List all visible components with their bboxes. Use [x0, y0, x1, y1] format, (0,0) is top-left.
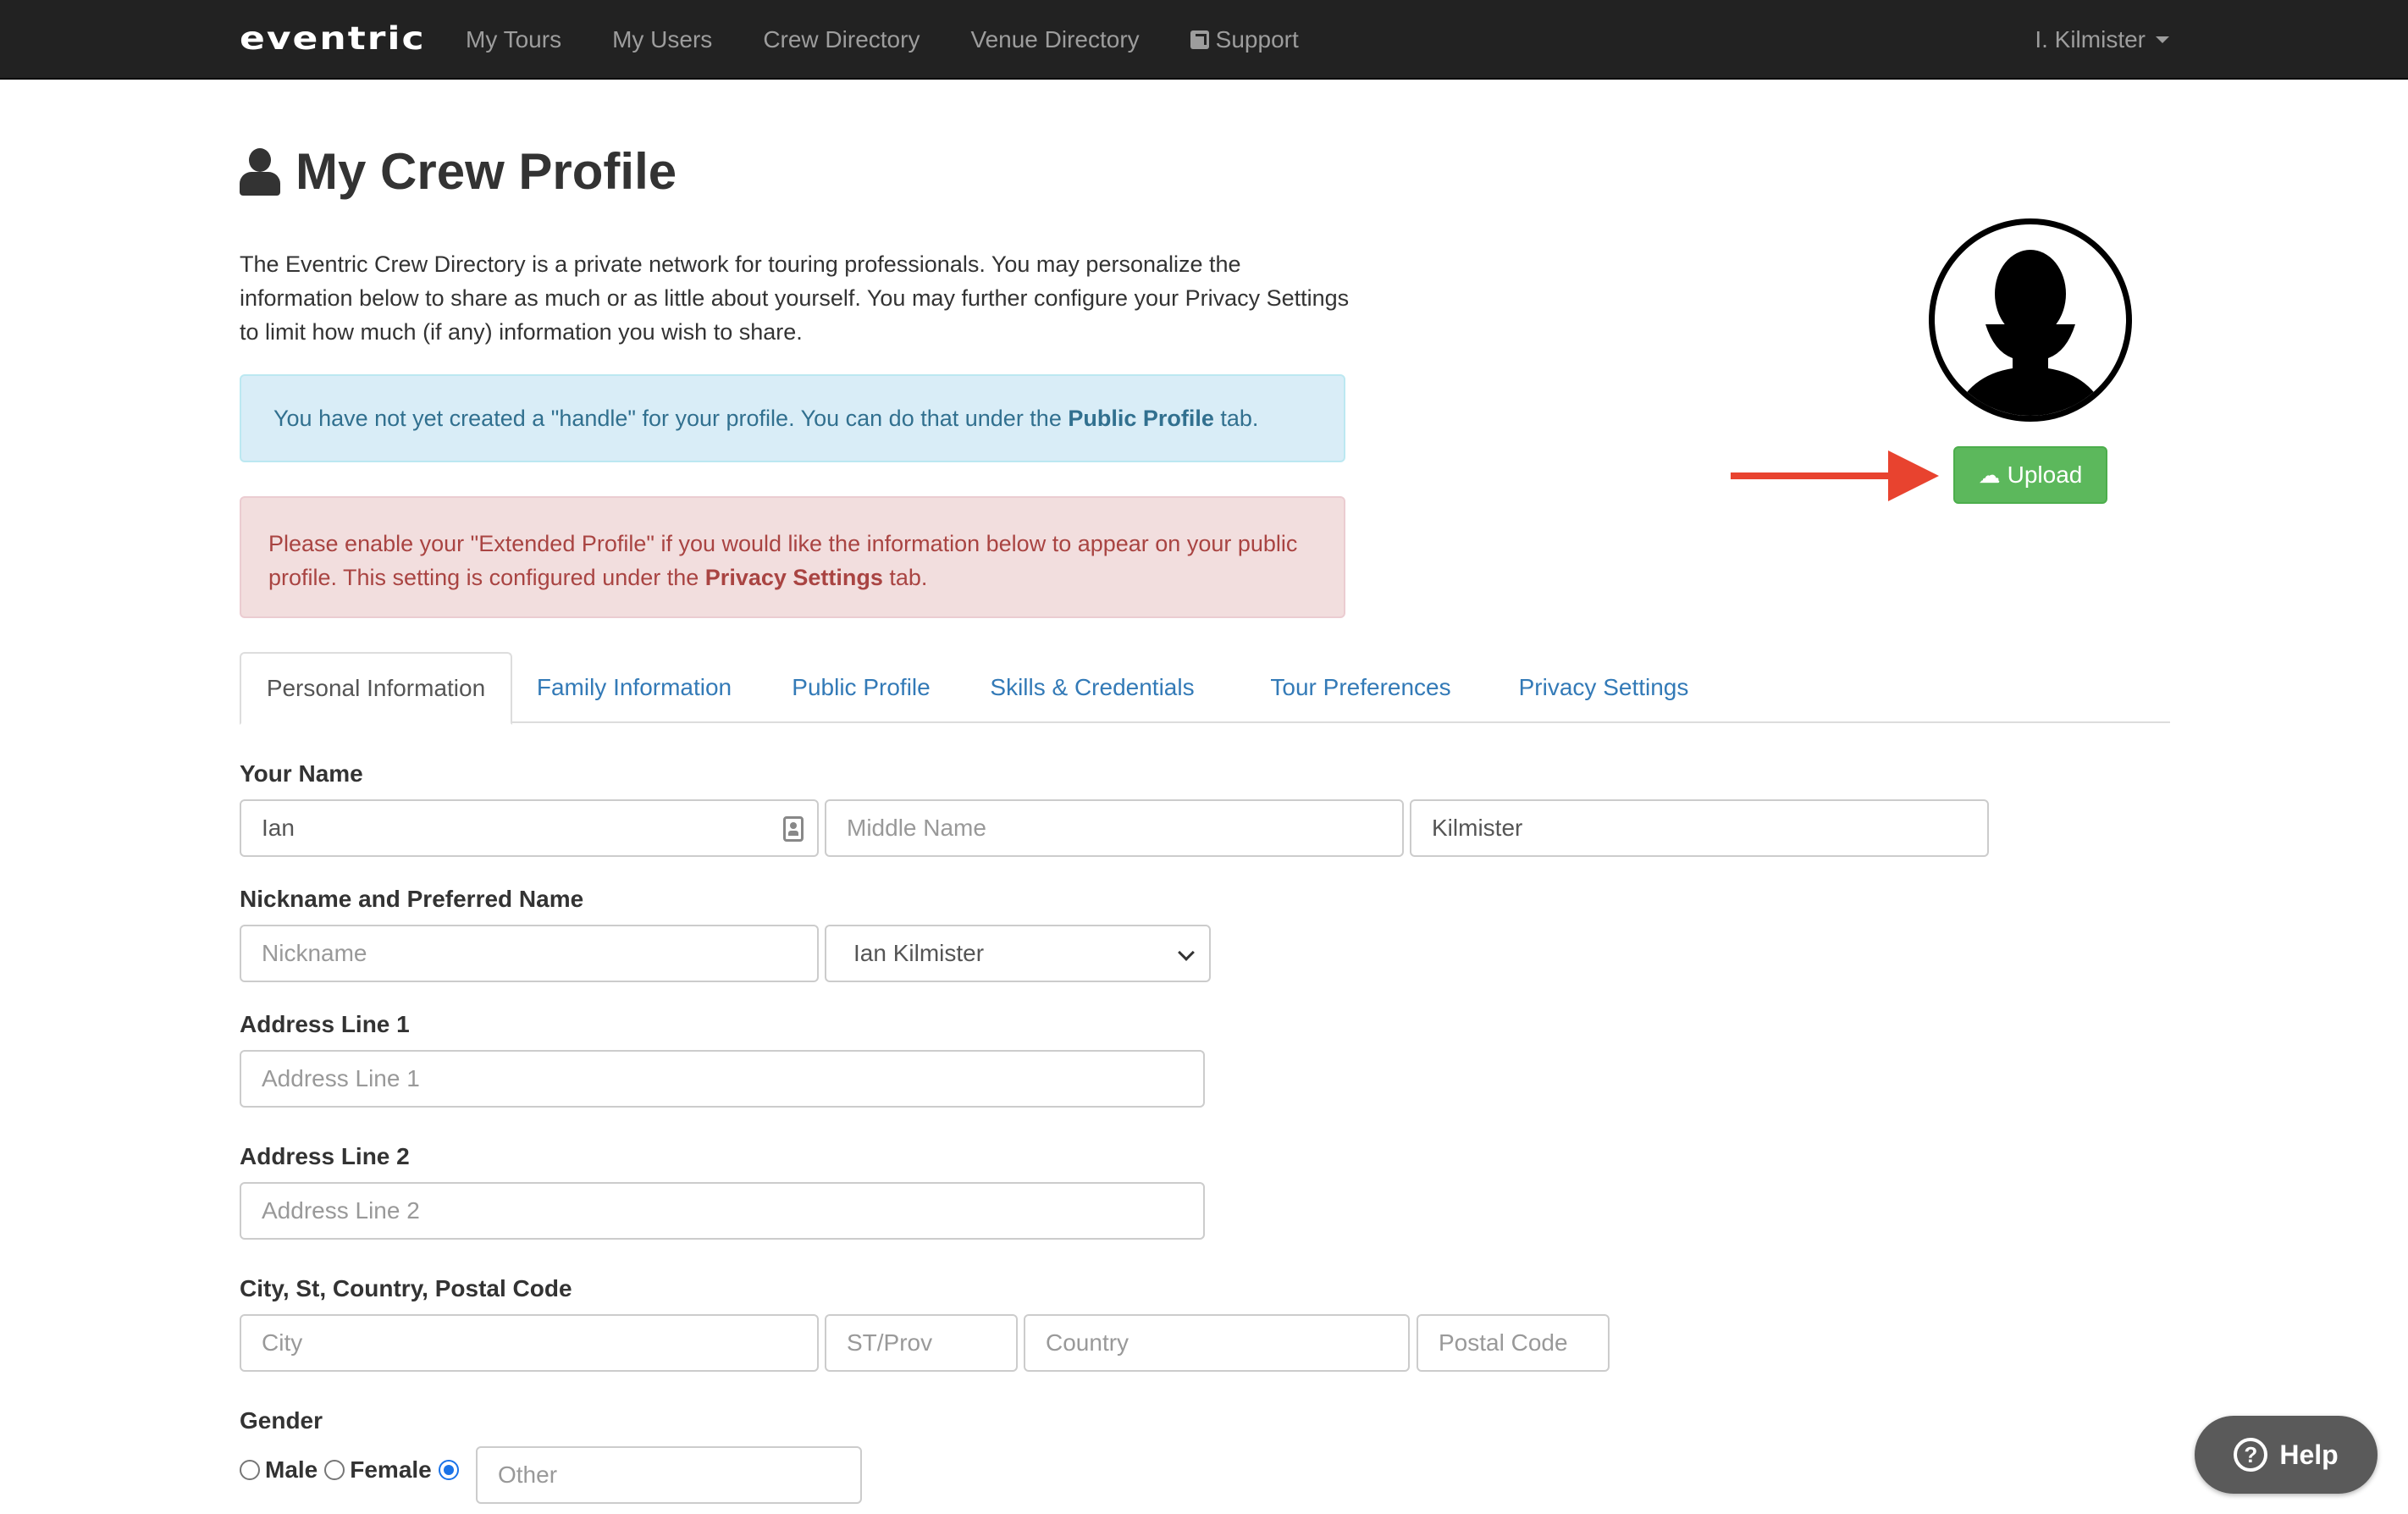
gender-other-radio[interactable] [438, 1460, 459, 1480]
danger-alert-bold: Privacy Settings [704, 565, 883, 590]
gender-radio-group: Male Female [240, 1456, 464, 1484]
nickname-placeholder: Nickname [262, 940, 367, 966]
state-input[interactable]: ST/Prov [825, 1314, 1018, 1372]
nickname-input[interactable]: Nickname [240, 925, 819, 982]
middle-name-input[interactable]: Middle Name [825, 799, 1404, 857]
chevron-down-icon [1178, 944, 1195, 961]
info-alert-bold: Public Profile [1068, 406, 1214, 431]
gender-male-label: Male [265, 1456, 318, 1483]
nav-support-label: Support [1215, 26, 1299, 52]
tab-skills-credentials[interactable]: Skills & Credentials [969, 652, 1215, 723]
upload-button-label: Upload [2007, 461, 2083, 488]
gender-female-label: Female [350, 1456, 432, 1483]
tab-family-information[interactable]: Family Information [517, 652, 751, 723]
gender-male-radio[interactable] [240, 1460, 260, 1480]
tab-public-profile[interactable]: Public Profile [778, 652, 944, 723]
nav-links: My Tours My Users Crew Directory Venue D… [466, 0, 1350, 80]
help-button[interactable]: ? Help [2195, 1416, 2378, 1494]
page-title: My Crew Profile [240, 142, 677, 201]
nav-my-users[interactable]: My Users [612, 26, 712, 53]
nav-crew-directory[interactable]: Crew Directory [763, 26, 920, 53]
address2-placeholder: Address Line 2 [262, 1197, 420, 1224]
gender-female-radio[interactable] [324, 1460, 345, 1480]
handle-info-alert: You have not yet created a "handle" for … [240, 374, 1345, 462]
state-placeholder: ST/Prov [847, 1329, 933, 1356]
gender-other-placeholder: Other [498, 1462, 558, 1488]
your-name-label: Your Name [240, 760, 363, 787]
address2-label: Address Line 2 [240, 1143, 410, 1169]
address1-placeholder: Address Line 1 [262, 1065, 420, 1091]
silhouette-icon [1953, 250, 2107, 416]
nav-support[interactable]: Support [1190, 26, 1299, 53]
gender-label: Gender [240, 1407, 323, 1434]
avatar [1929, 218, 2132, 422]
info-alert-text-end: tab. [1213, 406, 1259, 431]
help-label: Help [2279, 1439, 2339, 1470]
extended-profile-alert: Please enable your "Extended Profile" if… [240, 496, 1345, 618]
cloud-upload-icon: ☁ [1978, 461, 2001, 488]
preferred-name-select[interactable]: Ian Kilmister [825, 925, 1211, 982]
info-alert-text: You have not yet created a "handle" for … [273, 406, 1069, 431]
user-menu-dropdown[interactable]: I. Kilmister [2035, 0, 2169, 80]
brand-logo[interactable]: eventric [240, 17, 426, 59]
address1-label: Address Line 1 [240, 1011, 410, 1037]
postal-code-input[interactable]: Postal Code [1417, 1314, 1610, 1372]
city-label: City, St, Country, Postal Code [240, 1275, 572, 1301]
middle-name-placeholder: Middle Name [847, 815, 986, 841]
danger-alert-text-end: tab. [882, 565, 928, 590]
city-placeholder: City [262, 1329, 303, 1356]
brand-text: eventric [240, 19, 426, 57]
last-name-input[interactable]: Kilmister [1410, 799, 1989, 857]
gender-other-input[interactable]: Other [476, 1446, 862, 1504]
city-input[interactable]: City [240, 1314, 819, 1372]
user-icon [240, 147, 280, 196]
intro-text: The Eventric Crew Directory is a private… [240, 251, 1350, 345]
contact-card-icon[interactable] [783, 816, 804, 842]
navbar: eventric My Tours My Users Crew Director… [0, 0, 2408, 80]
nav-venue-directory[interactable]: Venue Directory [970, 26, 1139, 53]
external-link-icon [1190, 30, 1209, 49]
profile-tabs: Personal Information Family Information … [240, 652, 2170, 725]
last-name-value: Kilmister [1432, 815, 1523, 841]
preferred-name-value: Ian Kilmister [853, 940, 985, 966]
tab-tour-preferences[interactable]: Tour Preferences [1239, 652, 1483, 723]
address2-input[interactable]: Address Line 2 [240, 1182, 1205, 1240]
address1-input[interactable]: Address Line 1 [240, 1050, 1205, 1108]
user-menu-label: I. Kilmister [2035, 26, 2146, 52]
country-placeholder: Country [1046, 1329, 1129, 1356]
nickname-label: Nickname and Preferred Name [240, 886, 584, 912]
first-name-value: Ian [262, 815, 295, 841]
country-input[interactable]: Country [1024, 1314, 1410, 1372]
nav-my-tours[interactable]: My Tours [466, 26, 561, 53]
postal-code-placeholder: Postal Code [1439, 1329, 1568, 1356]
tab-personal-information[interactable]: Personal Information [240, 652, 512, 725]
caret-down-icon [2156, 36, 2169, 43]
question-circle-icon: ? [2234, 1438, 2268, 1472]
page-title-text: My Crew Profile [295, 143, 677, 200]
tab-privacy-settings[interactable]: Privacy Settings [1508, 652, 1699, 723]
upload-button[interactable]: ☁ Upload [1953, 446, 2107, 504]
arrow-right-icon [1731, 450, 1939, 501]
first-name-input[interactable]: Ian [240, 799, 819, 857]
